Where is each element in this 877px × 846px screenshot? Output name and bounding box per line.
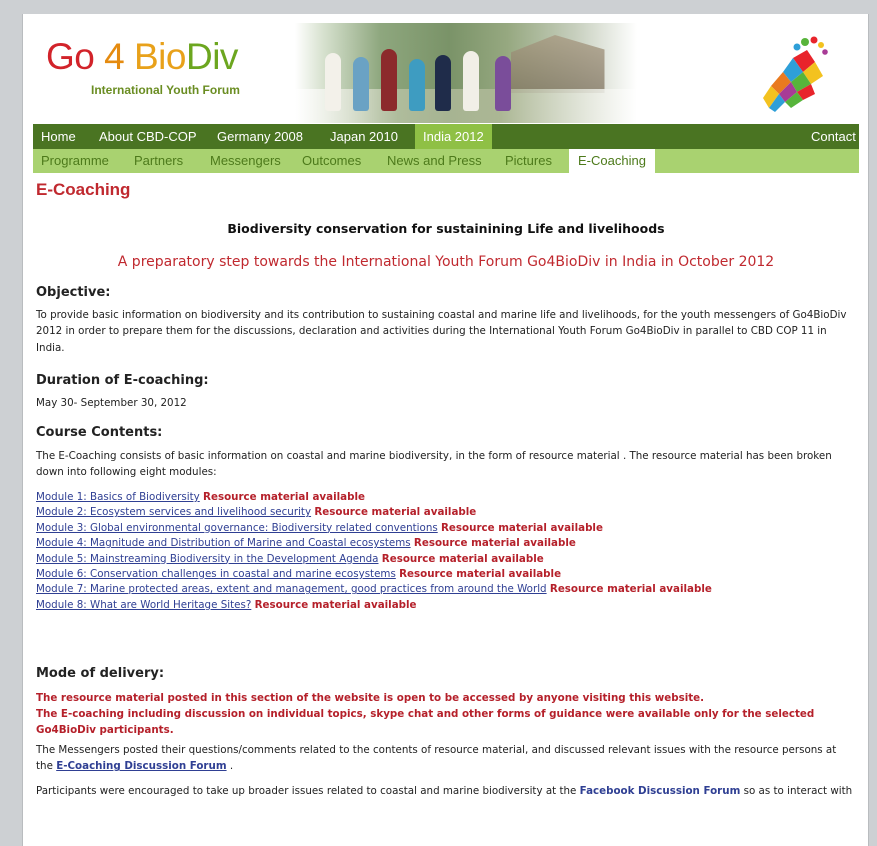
site-header: Go 4 BioDiv International Youth Forum [33, 23, 859, 123]
module-1-link[interactable]: Module 1: Basics of Biodiversity [36, 491, 200, 503]
subnav-outcomes[interactable]: Outcomes [302, 149, 361, 173]
page: Go 4 BioDiv International Youth Forum Ho… [22, 14, 869, 846]
module-status: Resource material available [399, 567, 562, 580]
list-item: Module 4: Magnitude and Distribution of … [36, 536, 856, 551]
header-group-photo [295, 23, 637, 123]
module-5-link[interactable]: Module 5: Mainstreaming Biodiversity in … [36, 553, 379, 565]
subnav-pictures[interactable]: Pictures [505, 149, 552, 173]
module-4-link[interactable]: Module 4: Magnitude and Distribution of … [36, 537, 411, 549]
module-8-link[interactable]: Module 8: What are World Heritage Sites? [36, 599, 251, 611]
module-status: Resource material available [549, 583, 712, 596]
module-2-link[interactable]: Module 2: Ecosystem services and livelih… [36, 506, 311, 518]
subnav-messengers[interactable]: Messengers [210, 149, 281, 173]
objective-heading: Objective: [36, 285, 111, 300]
secondary-nav: Programme Partners Messengers Outcomes N… [33, 149, 859, 173]
list-item: Module 2: Ecosystem services and livelih… [36, 505, 856, 520]
nav-about-cbd-cop[interactable]: About CBD-COP [99, 124, 197, 149]
e-coaching-forum-link[interactable]: E-Coaching Discussion Forum [56, 760, 226, 772]
list-item: Module 6: Conservation challenges in coa… [36, 567, 856, 582]
nav-japan-2010[interactable]: Japan 2010 [330, 124, 398, 149]
duration-text: May 30- September 30, 2012 [36, 397, 187, 409]
module-list: Module 1: Basics of Biodiversity Resourc… [36, 490, 856, 613]
module-status: Resource material available [381, 552, 544, 565]
list-item: Module 5: Mainstreaming Biodiversity in … [36, 552, 856, 567]
module-status: Resource material available [413, 537, 576, 550]
course-text: The E-Coaching consists of basic informa… [36, 450, 832, 479]
module-6-link[interactable]: Module 6: Conservation challenges in coa… [36, 568, 396, 580]
footprints-logo-icon [763, 36, 828, 112]
participants-text: Participants were encouraged to take up … [36, 785, 853, 797]
delivery-note-participants: The E-coaching including discussion on i… [36, 708, 815, 737]
nav-home[interactable]: Home [41, 124, 76, 149]
objective-text: To provide basic information on biodiver… [36, 309, 847, 354]
nav-india-2012[interactable]: India 2012 [415, 124, 492, 149]
primary-nav: Home About CBD-COP Germany 2008 Japan 20… [33, 124, 859, 149]
subnav-partners[interactable]: Partners [134, 149, 183, 173]
module-3-link[interactable]: Module 3: Global environmental governanc… [36, 522, 438, 534]
subnav-e-coaching[interactable]: E-Coaching [569, 149, 655, 173]
delivery-text: The Messengers posted their questions/co… [36, 744, 837, 773]
site-tagline: International Youth Forum [91, 83, 240, 97]
delivery-note-public: The resource material posted in this sec… [36, 692, 705, 704]
delivery-heading: Mode of delivery: [36, 666, 165, 681]
list-item: Module 7: Marine protected areas, extent… [36, 582, 856, 597]
page-title: E-Coaching [36, 180, 131, 199]
module-status: Resource material available [441, 521, 603, 534]
module-status: Resource material available [314, 506, 477, 519]
subnav-news-and-press[interactable]: News and Press [387, 149, 482, 173]
page-tagline: A preparatory step towards the Internati… [117, 254, 775, 270]
course-heading: Course Contents: [36, 425, 163, 440]
site-logo[interactable]: Go 4 BioDiv [46, 38, 238, 75]
page-subtitle: Biodiversity conservation for sustainini… [227, 221, 665, 236]
list-item: Module 3: Global environmental governanc… [36, 521, 856, 536]
list-item: Module 1: Basics of Biodiversity Resourc… [36, 490, 856, 505]
nav-contact[interactable]: Contact [811, 124, 856, 149]
subnav-programme[interactable]: Programme [41, 149, 109, 173]
list-item: Module 8: What are World Heritage Sites?… [36, 598, 856, 613]
module-status: Resource material available [203, 491, 365, 503]
module-status: Resource material available [254, 598, 417, 611]
nav-germany-2008[interactable]: Germany 2008 [217, 124, 303, 149]
facebook-forum-link[interactable]: Facebook Discussion Forum [580, 785, 741, 797]
duration-heading: Duration of E-coaching: [36, 373, 209, 388]
module-7-link[interactable]: Module 7: Marine protected areas, extent… [36, 583, 547, 595]
